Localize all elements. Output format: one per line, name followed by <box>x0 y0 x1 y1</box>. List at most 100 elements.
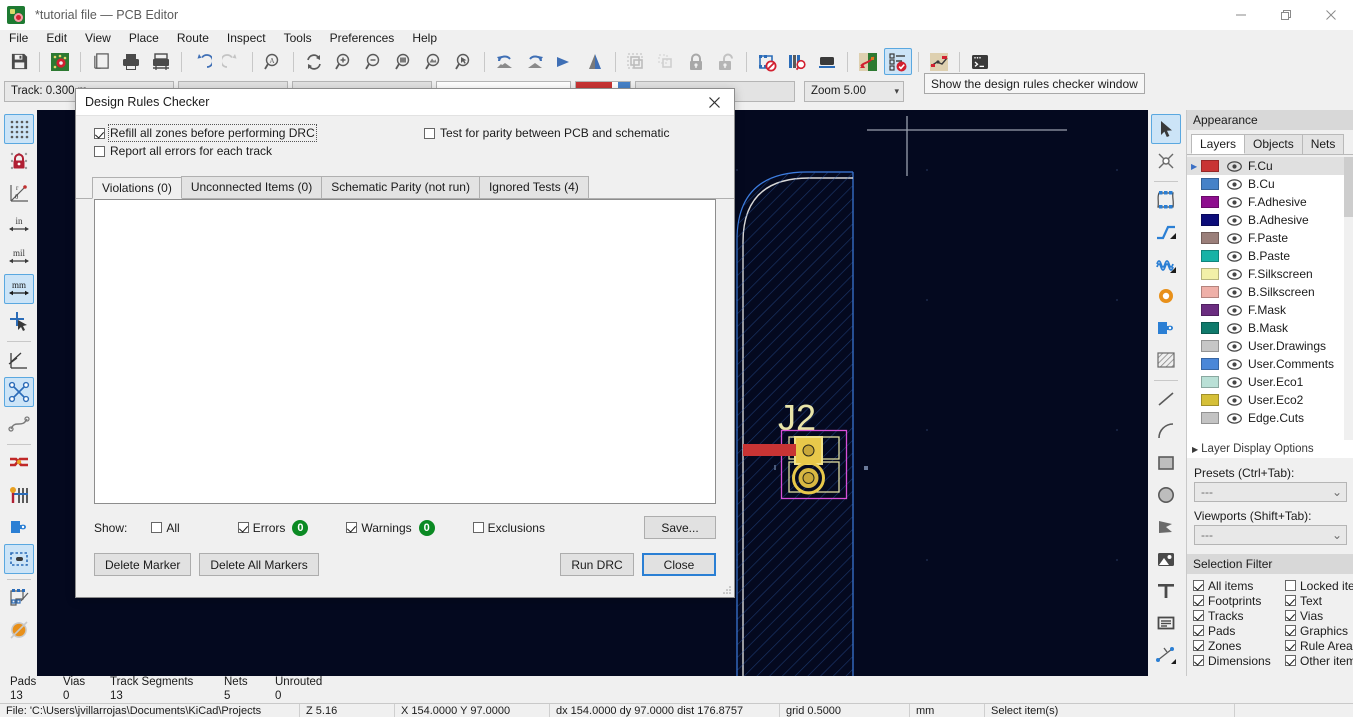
polar-coords-icon[interactable]: rθ <box>4 178 34 208</box>
route-track-icon[interactable] <box>1151 217 1181 247</box>
print-icon[interactable] <box>117 48 145 75</box>
eye-icon[interactable] <box>1226 412 1242 425</box>
filter-graphics[interactable]: Graphics <box>1285 623 1353 638</box>
layer-row[interactable]: User.Eco1 <box>1187 373 1353 391</box>
design-rules-checker-dialog[interactable]: Design Rules Checker Refill all zones be… <box>75 88 735 598</box>
filter-dimensions[interactable]: Dimensions <box>1193 653 1285 668</box>
place-image-icon[interactable] <box>1151 544 1181 574</box>
layer-row[interactable]: B.Silkscreen <box>1187 283 1353 301</box>
layer-color-swatch[interactable] <box>1201 412 1219 424</box>
layer-row[interactable]: B.Paste <box>1187 247 1353 265</box>
eye-icon[interactable] <box>1226 358 1242 371</box>
layer-row[interactable]: B.Cu <box>1187 175 1353 193</box>
units-mm-icon[interactable]: mm <box>3 274 34 304</box>
layer-color-swatch[interactable] <box>1201 178 1219 190</box>
checkbox[interactable] <box>346 522 358 533</box>
eye-icon[interactable] <box>1226 376 1242 389</box>
redo-icon[interactable] <box>218 48 246 75</box>
undo-icon[interactable] <box>188 48 216 75</box>
unlock-icon[interactable] <box>712 48 740 75</box>
checkbox[interactable] <box>1285 595 1296 606</box>
via-fill-icon[interactable] <box>4 480 34 510</box>
resize-grip-icon[interactable] <box>722 585 732 595</box>
menu-preferences[interactable]: Preferences <box>321 30 404 46</box>
board-setup-icon[interactable] <box>46 48 74 75</box>
checkbox[interactable] <box>1193 655 1204 666</box>
layer-color-swatch[interactable] <box>1201 376 1219 388</box>
draw-arc-icon[interactable] <box>1151 416 1181 446</box>
layer-row[interactable]: B.Adhesive <box>1187 211 1353 229</box>
layer-row[interactable]: Edge.Cuts <box>1187 409 1353 427</box>
menu-view[interactable]: View <box>76 30 120 46</box>
layer-color-swatch[interactable] <box>1201 214 1219 226</box>
layer-list-scroll-thumb[interactable] <box>1344 157 1353 217</box>
save-button[interactable]: Save... <box>644 516 716 539</box>
checkbox[interactable] <box>1193 610 1204 621</box>
tab-nets[interactable]: Nets <box>1301 134 1345 154</box>
checkbox[interactable] <box>424 127 435 139</box>
place-footprint-icon[interactable] <box>1151 185 1181 215</box>
presets-select[interactable]: --- ⌄ <box>1194 482 1347 502</box>
layer-color-swatch[interactable] <box>1201 160 1219 172</box>
close-button[interactable] <box>1308 0 1353 30</box>
plot-icon[interactable] <box>147 48 175 75</box>
eye-icon[interactable] <box>1226 196 1242 209</box>
checkbox[interactable] <box>1193 580 1204 591</box>
filter-text[interactable]: Text <box>1285 593 1353 608</box>
zone-outline-icon[interactable] <box>3 544 34 574</box>
zoom-fit-icon[interactable] <box>390 48 418 75</box>
dimension-icon[interactable] <box>1151 640 1181 670</box>
filter-locked-items[interactable]: Locked items <box>1285 578 1353 593</box>
layer-color-swatch[interactable] <box>1201 340 1219 352</box>
checkbox[interactable] <box>1285 640 1296 651</box>
report-all-errors-option[interactable]: Report all errors for each track <box>94 144 424 158</box>
checkbox[interactable] <box>1285 655 1296 666</box>
lock-icon[interactable] <box>682 48 710 75</box>
checkbox[interactable] <box>1285 580 1296 591</box>
zoom-in-icon[interactable] <box>330 48 358 75</box>
filter-all-items[interactable]: All items <box>1193 578 1285 593</box>
filter-other-items[interactable]: Other items <box>1285 653 1353 668</box>
tab-layers[interactable]: Layers <box>1191 134 1246 154</box>
draw-rule-area-icon[interactable] <box>1151 345 1181 375</box>
cursor-shape-icon[interactable] <box>4 306 34 336</box>
zoom-objects-icon[interactable] <box>420 48 448 75</box>
viewports-select[interactable]: --- ⌄ <box>1194 525 1347 545</box>
layer-color-swatch[interactable] <box>1201 196 1219 208</box>
pad-fill-icon[interactable] <box>4 512 34 542</box>
highlight-net-icon[interactable] <box>1151 146 1181 176</box>
layer-row[interactable]: F.Adhesive <box>1187 193 1353 211</box>
filter-vias[interactable]: Vias <box>1285 608 1353 623</box>
filter-zones[interactable]: Zones <box>1193 638 1285 653</box>
eye-icon[interactable] <box>1226 322 1242 335</box>
eye-icon[interactable] <box>1226 304 1242 317</box>
layer-list[interactable]: ▶ F.Cu B.Cu F.Adhesive B.Adhesive F.Past… <box>1187 157 1353 442</box>
layer-row[interactable]: ▶ F.Cu <box>1187 157 1353 175</box>
scripting-console-icon[interactable] <box>966 48 994 75</box>
checkbox[interactable] <box>94 127 105 139</box>
units-mils-icon[interactable]: mil <box>4 242 34 272</box>
menu-inspect[interactable]: Inspect <box>218 30 275 46</box>
group-icon[interactable] <box>622 48 650 75</box>
layer-row[interactable]: B.Mask <box>1187 319 1353 337</box>
tab-objects[interactable]: Objects <box>1244 134 1303 154</box>
footprint-editor-icon[interactable] <box>753 48 781 75</box>
ungroup-icon[interactable] <box>652 48 680 75</box>
checkbox[interactable] <box>1193 595 1204 606</box>
tab-schematic-parity[interactable]: Schematic Parity (not run) <box>321 176 480 198</box>
draw-circle-icon[interactable] <box>1151 480 1181 510</box>
filter-footprints[interactable]: Footprints <box>1193 593 1285 608</box>
layer-color-swatch[interactable] <box>1201 250 1219 262</box>
eye-icon[interactable] <box>1226 286 1242 299</box>
checkbox[interactable] <box>237 522 249 533</box>
eye-icon[interactable] <box>1226 214 1242 227</box>
3d-viewer-icon[interactable] <box>813 48 841 75</box>
units-inches-icon[interactable]: in <box>4 210 34 240</box>
tab-unconnected-items[interactable]: Unconnected Items (0) <box>180 176 323 198</box>
place-text-icon[interactable] <box>1151 576 1181 606</box>
mirror-vertical-icon[interactable] <box>581 48 609 75</box>
filter-rule-areas[interactable]: Rule Areas <box>1285 638 1353 653</box>
menu-edit[interactable]: Edit <box>37 30 76 46</box>
eye-icon[interactable] <box>1226 340 1242 353</box>
eye-icon[interactable] <box>1226 232 1242 245</box>
